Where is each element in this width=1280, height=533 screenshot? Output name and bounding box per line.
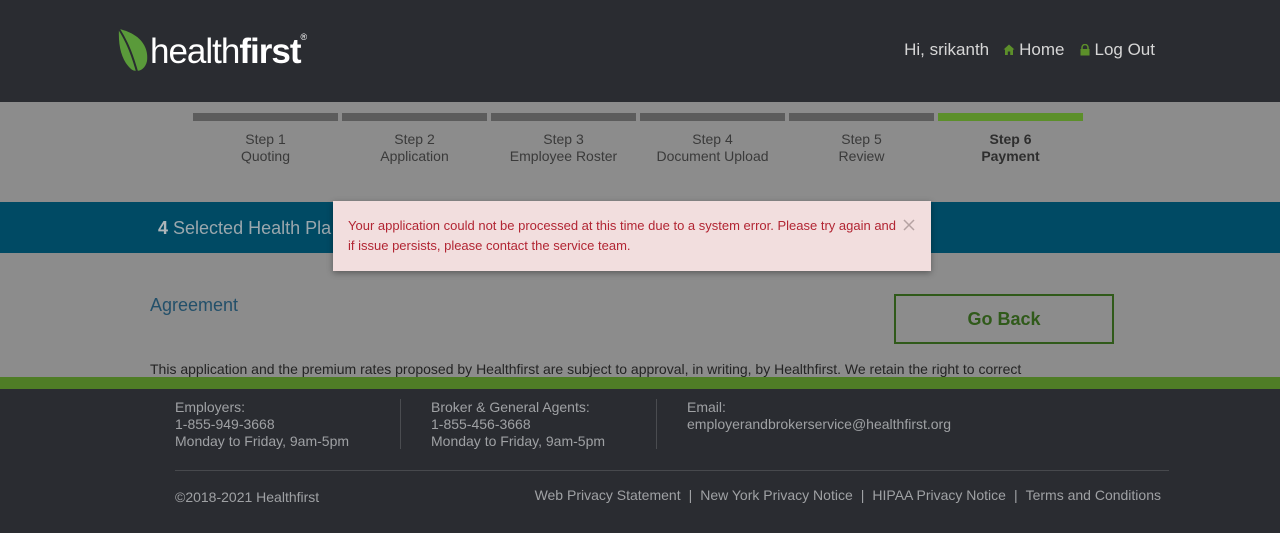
step-number: Step 4 — [692, 131, 733, 147]
footer-divider — [400, 399, 401, 449]
step-name: Application — [380, 148, 449, 164]
lock-icon — [1080, 44, 1089, 56]
progress-steps: Step 1 Quoting Step 2 Application Step 3… — [193, 113, 1083, 165]
step-number: Step 3 — [543, 131, 584, 147]
step-name: Employee Roster — [509, 148, 618, 164]
email-label: Email: — [687, 399, 726, 415]
step-bar-active — [938, 113, 1083, 121]
step-number: Step 5 — [841, 131, 882, 147]
agreement-text: This application and the premium rates p… — [150, 361, 1022, 377]
link-separator: | — [860, 487, 865, 503]
home-link[interactable]: Home — [1003, 40, 1065, 60]
go-back-button[interactable]: Go Back — [894, 294, 1114, 344]
progress-steps-area: Step 1 Quoting Step 2 Application Step 3… — [0, 102, 1280, 202]
broker-contact: Broker & General Agents: 1-855-456-3668 … — [431, 399, 605, 450]
selected-plans-label: Selected Health Pla — [173, 218, 332, 238]
employers-label: Employers: — [175, 399, 246, 415]
footer-rule — [175, 470, 1169, 471]
error-alert: Your application could not be processed … — [333, 201, 931, 271]
selected-plans-title: 4 Selected Health Pla — [158, 218, 331, 239]
link-separator: | — [688, 487, 693, 503]
step-bar — [193, 113, 338, 121]
step-name: Payment — [981, 148, 1040, 164]
link-separator: | — [1013, 487, 1018, 503]
step-quoting: Step 1 Quoting — [193, 113, 338, 165]
logout-link-label: Log Out — [1094, 40, 1156, 59]
step-number: Step 6 — [989, 131, 1032, 147]
step-number: Step 1 — [245, 131, 286, 147]
footer-divider — [656, 399, 657, 449]
site-footer: Employers: 1-855-949-3668 Monday to Frid… — [0, 389, 1280, 533]
copyright: ©2018-2021 Healthfirst — [175, 489, 320, 505]
step-bar — [342, 113, 487, 121]
footer-links: Web Privacy Statement | New York Privacy… — [535, 487, 1161, 503]
site-header: healthfirst® Hi, srikanth Home Log Out — [0, 0, 1280, 102]
email-contact: Email: employerandbrokerservice@healthfi… — [687, 399, 951, 433]
email-link[interactable]: employerandbrokerservice@healthfirst.org — [687, 416, 951, 433]
selected-plans-count: 4 — [158, 218, 169, 238]
web-privacy-link[interactable]: Web Privacy Statement — [535, 487, 681, 503]
logout-link[interactable]: Log Out — [1079, 40, 1156, 60]
hipaa-privacy-link[interactable]: HIPAA Privacy Notice — [872, 487, 1006, 503]
logo-wordmark: healthfirst® — [150, 32, 307, 71]
step-name: Quoting — [240, 148, 291, 164]
step-name: Document Upload — [656, 148, 769, 164]
step-name: Review — [838, 148, 885, 164]
step-payment: Step 6 Payment — [938, 113, 1083, 165]
close-icon — [903, 219, 915, 231]
ny-privacy-link[interactable]: New York Privacy Notice — [700, 487, 853, 503]
agreement-heading: Agreement — [150, 295, 239, 315]
healthfirst-logo[interactable]: healthfirst® — [116, 27, 307, 77]
broker-label: Broker & General Agents: — [431, 399, 590, 415]
terms-link[interactable]: Terms and Conditions — [1026, 487, 1161, 503]
employers-phone[interactable]: 1-855-949-3668 — [175, 416, 349, 433]
footer-accent-line — [0, 377, 1280, 389]
user-nav: Hi, srikanth Home Log Out — [904, 40, 1155, 60]
step-application: Step 2 Application — [342, 113, 487, 165]
step-bar — [491, 113, 636, 121]
step-number: Step 2 — [394, 131, 435, 147]
broker-phone[interactable]: 1-855-456-3668 — [431, 416, 605, 433]
step-document-upload: Step 4 Document Upload — [640, 113, 785, 165]
step-review: Step 5 Review — [789, 113, 934, 165]
step-employee-roster: Step 3 Employee Roster — [491, 113, 636, 165]
broker-hours: Monday to Friday, 9am-5pm — [431, 433, 606, 449]
alert-close-button[interactable] — [900, 216, 918, 234]
leaf-icon — [118, 28, 148, 76]
home-icon — [1003, 44, 1015, 55]
main-content: Agreement Go Back This application and t… — [0, 253, 1280, 377]
error-alert-message: Your application could not be processed … — [348, 218, 897, 253]
employers-hours: Monday to Friday, 9am-5pm — [175, 433, 350, 449]
user-greeting: Hi, srikanth — [904, 40, 990, 59]
step-bar — [789, 113, 934, 121]
step-bar — [640, 113, 785, 121]
home-link-label: Home — [1019, 40, 1065, 59]
employers-contact: Employers: 1-855-949-3668 Monday to Frid… — [175, 399, 349, 450]
